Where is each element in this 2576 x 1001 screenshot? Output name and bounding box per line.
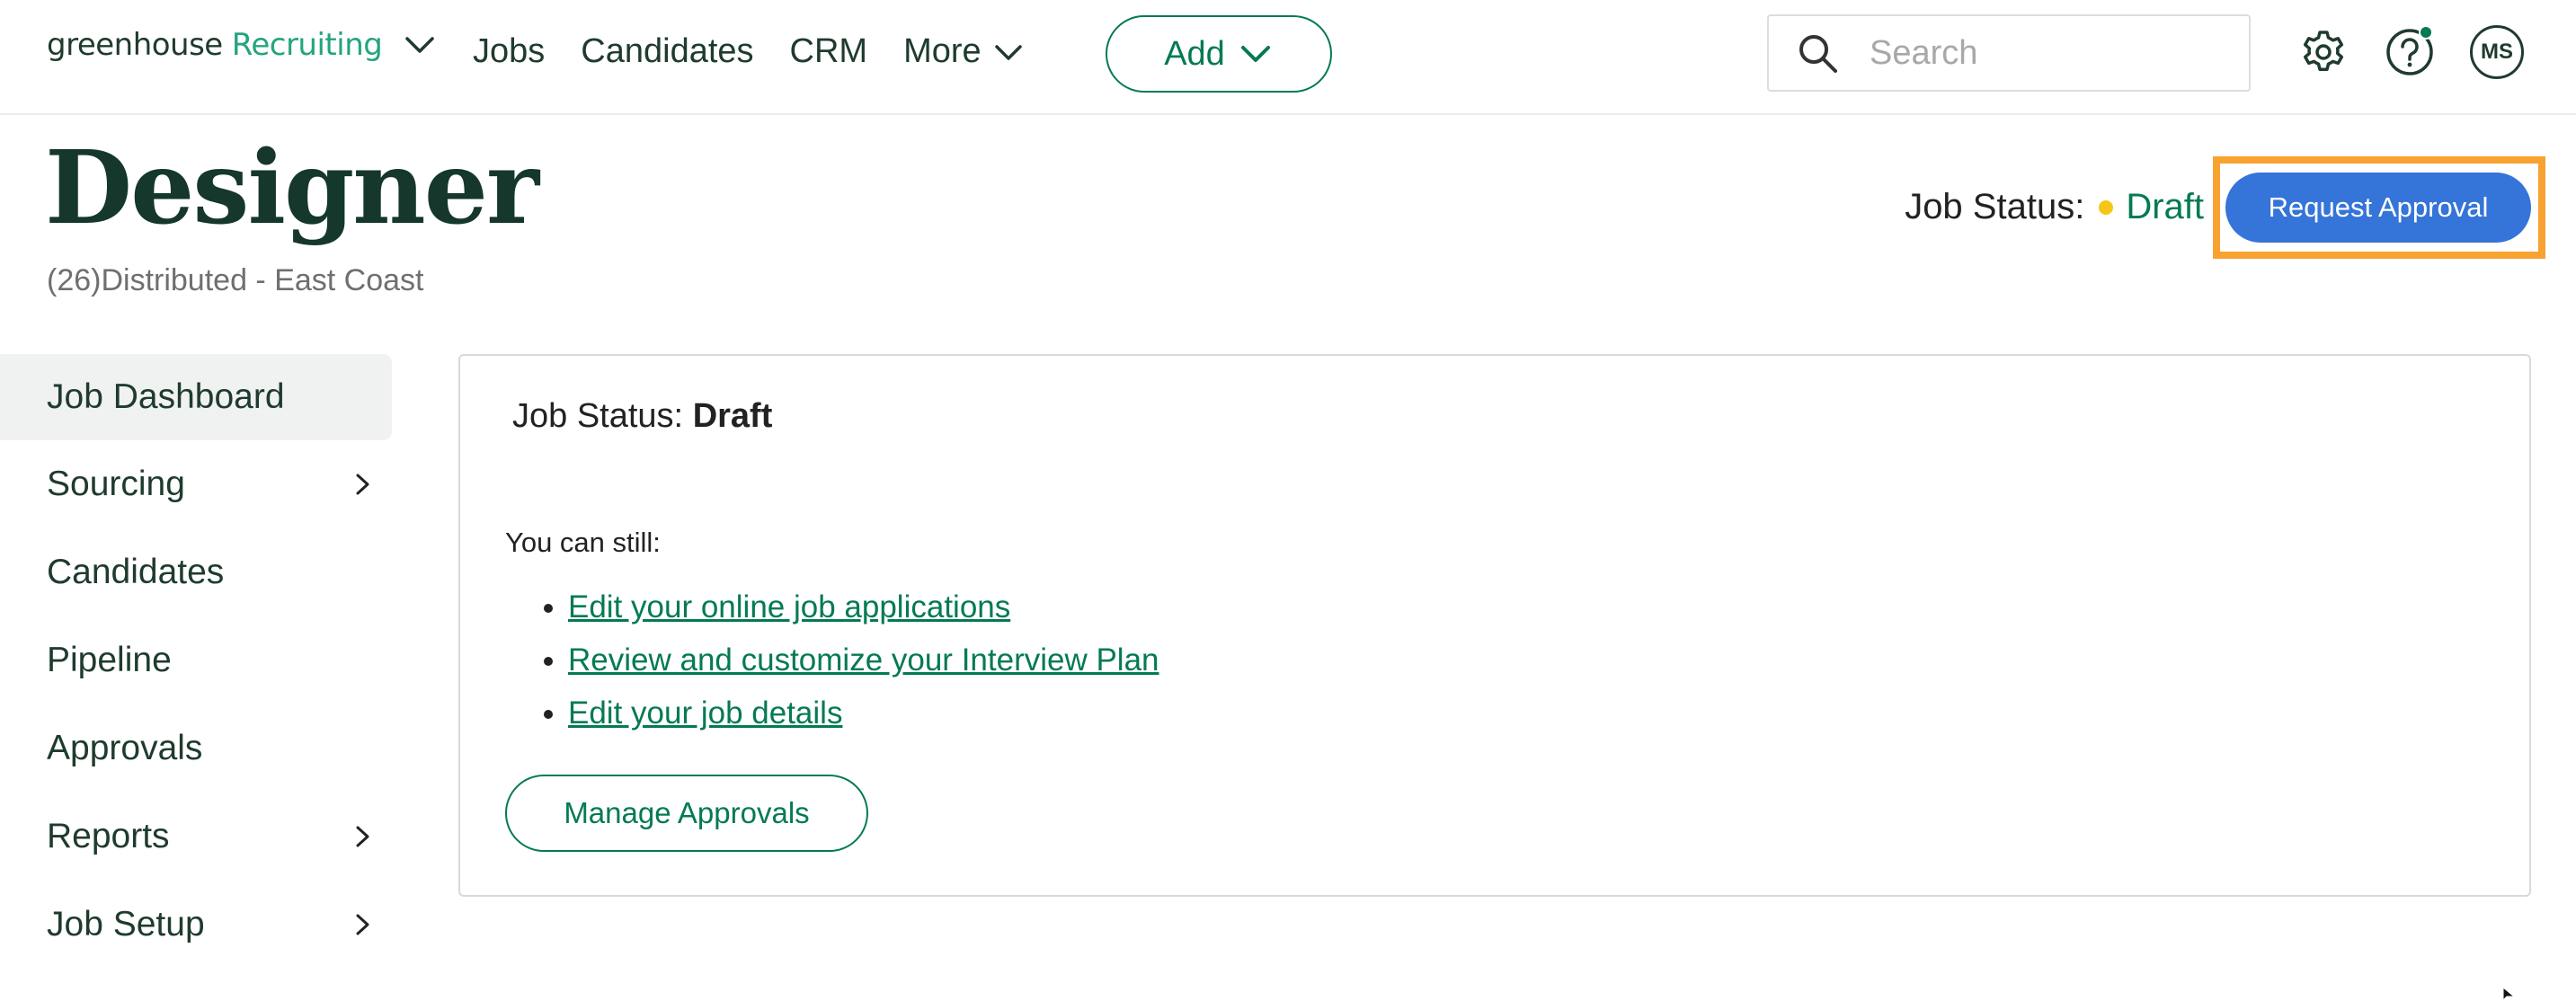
chevron-down-icon xyxy=(994,44,1022,60)
panel-status: Job Status: Draft xyxy=(512,397,772,436)
add-button-label: Add xyxy=(1164,34,1225,73)
job-status-panel: Job Status: Draft You can still: Edit yo… xyxy=(458,354,2531,897)
nav-more[interactable]: More xyxy=(903,32,1025,71)
panel-status-value: Draft xyxy=(692,397,773,435)
chevron-right-icon xyxy=(356,826,369,847)
list-item: Edit your online job applications xyxy=(568,580,1159,633)
help-button[interactable] xyxy=(2383,25,2437,79)
job-location: (26)Distributed - East Coast xyxy=(47,263,424,297)
sidebar-item-job-dashboard[interactable]: Job Dashboard xyxy=(0,354,392,440)
nav-crm[interactable]: CRM xyxy=(790,32,868,71)
sidebar-item-approvals[interactable]: Approvals xyxy=(0,704,392,793)
search-box xyxy=(1767,14,2251,92)
sidebar-item-job-setup[interactable]: Job Setup xyxy=(0,881,392,969)
list-item: Edit your job details xyxy=(568,687,1159,740)
sidebar-item-label: Pipeline xyxy=(47,641,172,679)
gear-icon xyxy=(2303,31,2344,71)
panel-still-text: You can still: xyxy=(505,527,661,558)
chevron-down-icon xyxy=(1240,46,1270,62)
sidebar-item-label: Job Dashboard xyxy=(47,377,285,416)
job-sidebar: Job Dashboard Sourcing Candidates Pipeli… xyxy=(0,354,392,969)
chevron-right-icon xyxy=(356,474,369,495)
search-input[interactable] xyxy=(1870,33,2229,73)
job-status-header: Job Status: Draft xyxy=(1905,187,2204,227)
nav-jobs[interactable]: Jobs xyxy=(473,32,545,71)
logo-product: Recruiting xyxy=(231,27,383,63)
page-title: Designer xyxy=(45,129,539,247)
nav-candidates[interactable]: Candidates xyxy=(581,32,753,71)
sidebar-item-label: Sourcing xyxy=(47,465,185,503)
notification-dot xyxy=(2419,25,2433,40)
job-status-label: Job Status: xyxy=(1905,187,2085,226)
list-item: Review and customize your Interview Plan xyxy=(568,633,1159,687)
top-nav: greenhouse Recruiting Jobs Candidates CR… xyxy=(0,0,2576,115)
request-approval-button[interactable]: Request Approval xyxy=(2225,173,2531,243)
sidebar-item-reports[interactable]: Reports xyxy=(0,793,392,881)
job-status-value: Draft xyxy=(2126,187,2204,226)
sidebar-item-label: Reports xyxy=(47,817,170,855)
settings-button[interactable] xyxy=(2296,25,2350,79)
main-nav: Jobs Candidates CRM More xyxy=(473,32,1061,71)
search-icon xyxy=(1799,35,1837,73)
panel-status-label: Job Status: xyxy=(512,397,684,435)
manage-approvals-button[interactable]: Manage Approvals xyxy=(505,775,868,852)
avatar[interactable]: MS xyxy=(2470,25,2524,79)
action-links-list: Edit your online job applications Review… xyxy=(568,580,1159,740)
sidebar-item-sourcing[interactable]: Sourcing xyxy=(0,440,392,528)
sidebar-item-candidates[interactable]: Candidates xyxy=(0,528,392,616)
logo-word: greenhouse xyxy=(47,27,223,63)
chevron-right-icon xyxy=(356,914,369,935)
app-logo[interactable]: greenhouse Recruiting xyxy=(47,27,438,63)
status-dot xyxy=(2099,199,2114,215)
sidebar-item-label: Approvals xyxy=(47,729,203,767)
sidebar-item-label: Job Setup xyxy=(47,905,205,943)
chevron-down-icon[interactable] xyxy=(402,27,438,63)
sidebar-item-pipeline[interactable]: Pipeline xyxy=(0,616,392,704)
interview-plan-link[interactable]: Review and customize your Interview Plan xyxy=(568,642,1159,678)
edit-applications-link[interactable]: Edit your online job applications xyxy=(568,589,1010,625)
add-button[interactable]: Add xyxy=(1106,15,1332,93)
mouse-pointer-icon xyxy=(2502,987,2515,1001)
edit-job-details-link[interactable]: Edit your job details xyxy=(568,695,842,731)
sidebar-item-label: Candidates xyxy=(47,553,225,591)
nav-more-label: More xyxy=(903,32,982,70)
